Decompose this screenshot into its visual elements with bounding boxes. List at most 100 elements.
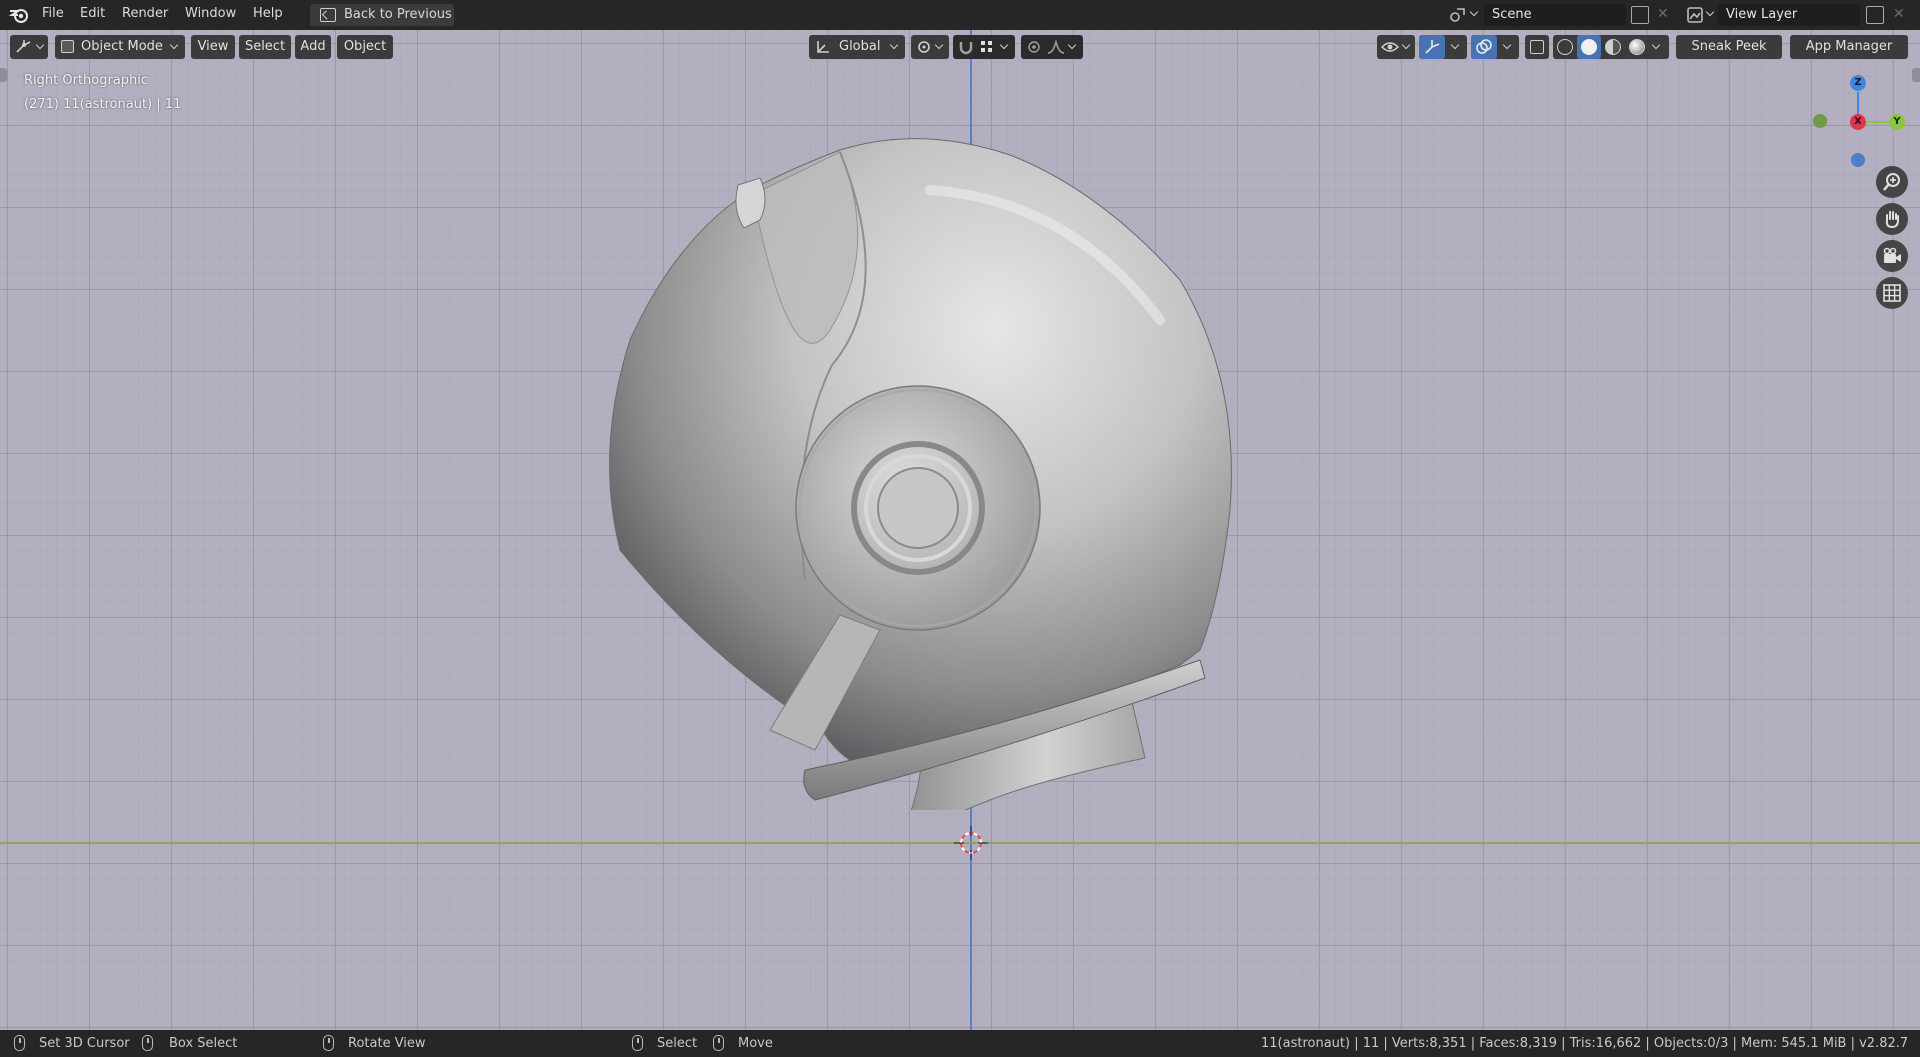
add-menu[interactable]: Add: [295, 35, 331, 59]
object-visibility-dropdown[interactable]: [1377, 35, 1415, 59]
blender-logo-icon[interactable]: [8, 5, 30, 25]
new-view-layer-icon[interactable]: [1866, 6, 1884, 24]
scene-icon[interactable]: [1449, 6, 1467, 24]
rotate-view-hint: Rotate View: [348, 1036, 426, 1051]
menu-edit[interactable]: Edit: [80, 6, 105, 21]
scene-dropdown-chevron-icon[interactable]: [1469, 7, 1479, 17]
object-menu[interactable]: Object: [337, 35, 393, 59]
overlays-toggle-button[interactable]: [1471, 35, 1497, 59]
3d-viewport[interactable]: Object Mode View Select Add Object Globa…: [0, 30, 1920, 1030]
set-3d-cursor-hint: Set 3D Cursor: [39, 1036, 130, 1051]
eye-icon: [1381, 42, 1399, 52]
toolbar-toggle-handle[interactable]: [0, 68, 7, 82]
transform-orientation-dropdown[interactable]: Global: [809, 35, 905, 59]
grid-icon: [1883, 284, 1901, 302]
shading-chevron-icon: [1651, 40, 1661, 50]
falloff-chevron-icon: [1067, 40, 1077, 50]
falloff-curve-icon[interactable]: [1047, 39, 1065, 55]
shading-mode-group[interactable]: [1553, 35, 1669, 59]
view-menu[interactable]: View: [191, 35, 235, 59]
perspective-toggle-button[interactable]: [1876, 277, 1908, 309]
menu-window[interactable]: Window: [185, 6, 236, 21]
solid-shading-button[interactable]: [1577, 35, 1601, 59]
gizmo-chevron-icon: [1450, 40, 1460, 50]
mouse-right-icon: [713, 1035, 724, 1051]
move-hint: Move: [738, 1036, 773, 1051]
orientation-label: Global: [839, 39, 881, 54]
gizmo-icon: [1425, 40, 1440, 54]
gizmo-y-axis[interactable]: Y: [1889, 114, 1905, 130]
select-hint: Select: [657, 1036, 698, 1051]
snap-group[interactable]: [953, 35, 1015, 59]
mouse-left-icon: [14, 1035, 25, 1051]
sneak-peek-button[interactable]: Sneak Peek: [1676, 35, 1782, 59]
snap-chevron-icon: [999, 40, 1009, 50]
top-menu-bar: File Edit Render Window Help Back to Pre…: [0, 0, 1920, 30]
object-mode-icon: [61, 40, 74, 53]
view-layer-name-field[interactable]: View Layer: [1718, 4, 1860, 26]
camera-view-button[interactable]: [1876, 240, 1908, 272]
menu-file[interactable]: File: [42, 6, 64, 21]
visibility-chevron-icon: [1401, 40, 1411, 50]
snap-magnet-icon[interactable]: [958, 39, 974, 55]
select-menu[interactable]: Select: [239, 35, 291, 59]
pivot-chevron-icon: [934, 40, 944, 50]
gizmo-neg-y-axis[interactable]: [1813, 114, 1827, 128]
object-mode-chevron-icon: [169, 40, 179, 50]
mouse-left-select-icon: [632, 1035, 643, 1051]
wireframe-shading-icon[interactable]: [1557, 39, 1573, 55]
editor-type-button[interactable]: [10, 35, 48, 59]
gizmo-toggle-button[interactable]: [1419, 35, 1445, 59]
material-preview-icon[interactable]: [1605, 39, 1621, 55]
app-manager-button[interactable]: App Manager: [1790, 35, 1908, 59]
editor-type-icon: [16, 40, 31, 53]
pivot-point-dropdown[interactable]: [911, 35, 949, 59]
gizmo-toggle-group[interactable]: [1419, 35, 1467, 59]
zoom-view-button[interactable]: [1876, 166, 1908, 198]
solid-shading-icon: [1581, 39, 1597, 55]
zoom-icon: [1883, 173, 1900, 191]
proportional-editing-group[interactable]: [1021, 35, 1083, 59]
camera-icon: [1883, 247, 1901, 263]
hand-pan-icon: [1885, 211, 1899, 229]
orientation-icon: [817, 41, 829, 53]
snap-increment-icon[interactable]: [980, 40, 994, 54]
xray-icon: [1530, 40, 1544, 54]
view-layer-icon[interactable]: [1686, 6, 1704, 24]
overlays-icon: [1476, 39, 1492, 54]
back-to-previous-button[interactable]: Back to Previous: [310, 4, 454, 26]
sidebar-toggle-handle[interactable]: [1912, 68, 1920, 82]
overlays-chevron-icon: [1502, 40, 1512, 50]
xray-toggle-button[interactable]: [1525, 35, 1549, 59]
status-bar: Set 3D Cursor Box Select Rotate View Sel…: [0, 1030, 1920, 1057]
rendered-shading-icon[interactable]: [1629, 39, 1645, 55]
gizmo-z-axis[interactable]: Z: [1850, 75, 1866, 91]
view-layer-dropdown-chevron-icon[interactable]: [1705, 7, 1715, 17]
orientation-chevron-icon: [889, 40, 899, 50]
gizmo-neg-z-axis[interactable]: [1851, 153, 1865, 167]
gizmo-x-axis[interactable]: X: [1850, 114, 1866, 130]
remove-view-layer-icon[interactable]: ✕: [1893, 6, 1905, 22]
pivot-icon: [918, 41, 930, 53]
3d-cursor-icon[interactable]: [954, 826, 988, 860]
object-mode-dropdown[interactable]: Object Mode: [55, 35, 185, 59]
object-mode-label: Object Mode: [81, 39, 163, 54]
menu-help[interactable]: Help: [253, 6, 283, 21]
scene-statistics: 11(astronaut) | 11 | Verts:8,351 | Faces…: [1261, 1036, 1909, 1051]
overlays-toggle-group[interactable]: [1471, 35, 1519, 59]
editor-type-chevron-icon: [35, 40, 45, 50]
remove-scene-icon[interactable]: ✕: [1657, 6, 1669, 22]
object-info-label: (271) 11(astronaut) | 11: [24, 97, 182, 112]
proportional-edit-icon[interactable]: [1027, 40, 1041, 54]
scene-name-field[interactable]: Scene: [1484, 4, 1626, 26]
box-select-hint: Box Select: [169, 1036, 238, 1051]
astronaut-helmet-model[interactable]: [600, 130, 1260, 810]
menu-render[interactable]: Render: [122, 6, 168, 21]
mouse-middle-icon: [323, 1035, 334, 1051]
back-icon: [320, 8, 336, 22]
back-to-previous-label: Back to Previous: [344, 7, 452, 22]
new-scene-icon[interactable]: [1631, 6, 1649, 24]
mouse-drag-icon: [142, 1035, 153, 1051]
pan-view-button[interactable]: [1876, 203, 1908, 235]
view-name-label: Right Orthographic: [24, 73, 149, 88]
